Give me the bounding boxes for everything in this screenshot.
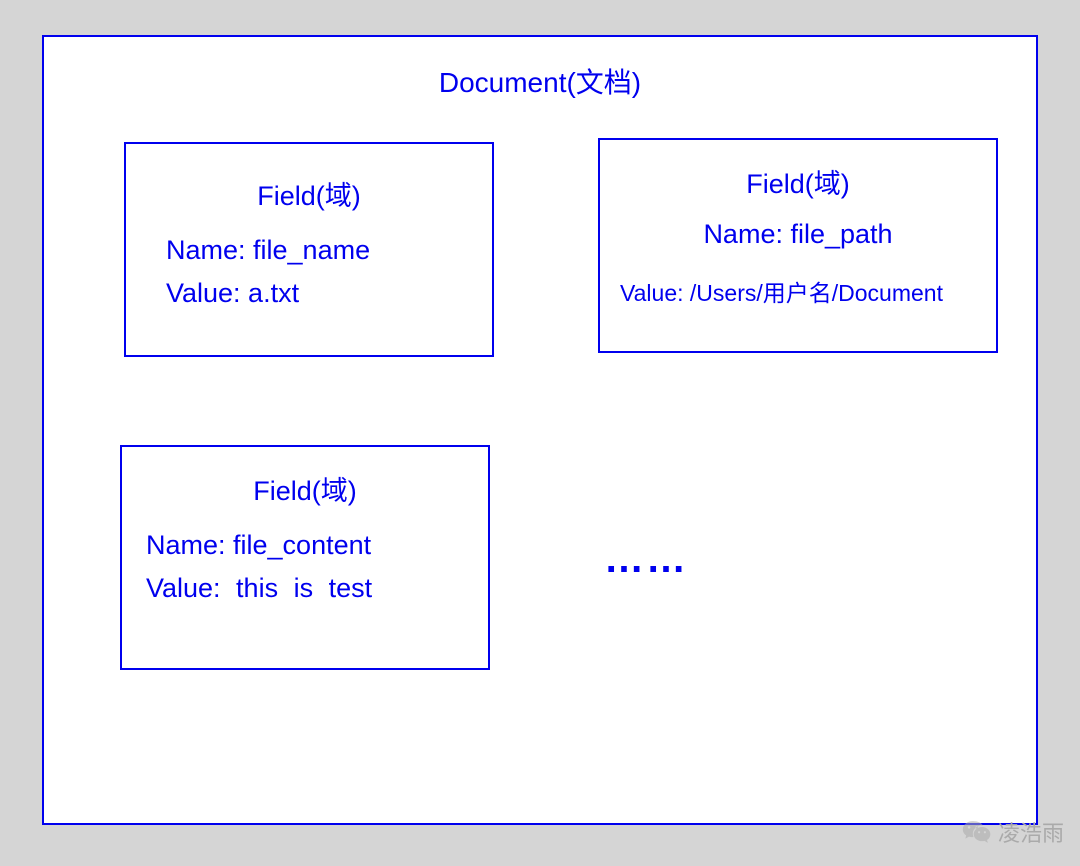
- document-container: Document(文档) Field(域) Name: file_name Va…: [42, 35, 1038, 825]
- field-title: Field(域): [126, 174, 492, 213]
- field-box-file-path: Field(域) Name: file_path Value: /Users/用…: [598, 138, 998, 353]
- field-name-label: Name: file_path: [600, 219, 996, 250]
- field-box-file-name: Field(域) Name: file_name Value: a.txt: [124, 142, 494, 357]
- field-value-label: Value: a.txt: [126, 278, 492, 309]
- field-name-label: Name: file_content: [122, 530, 488, 561]
- field-title: Field(域): [600, 162, 996, 201]
- watermark-text: 凌浩雨: [998, 816, 1064, 848]
- field-value-label: Value: this is test: [122, 573, 488, 604]
- watermark: 凌浩雨: [962, 816, 1064, 848]
- document-title: Document(文档): [44, 61, 1036, 101]
- field-name-label: Name: file_name: [126, 235, 492, 266]
- field-box-file-content: Field(域) Name: file_content Value: this …: [120, 445, 490, 670]
- field-value-label: Value: /Users/用户名/Document: [600, 274, 996, 308]
- field-title: Field(域): [122, 469, 488, 508]
- ellipsis-more: ……: [604, 537, 688, 582]
- wechat-icon: [962, 819, 992, 845]
